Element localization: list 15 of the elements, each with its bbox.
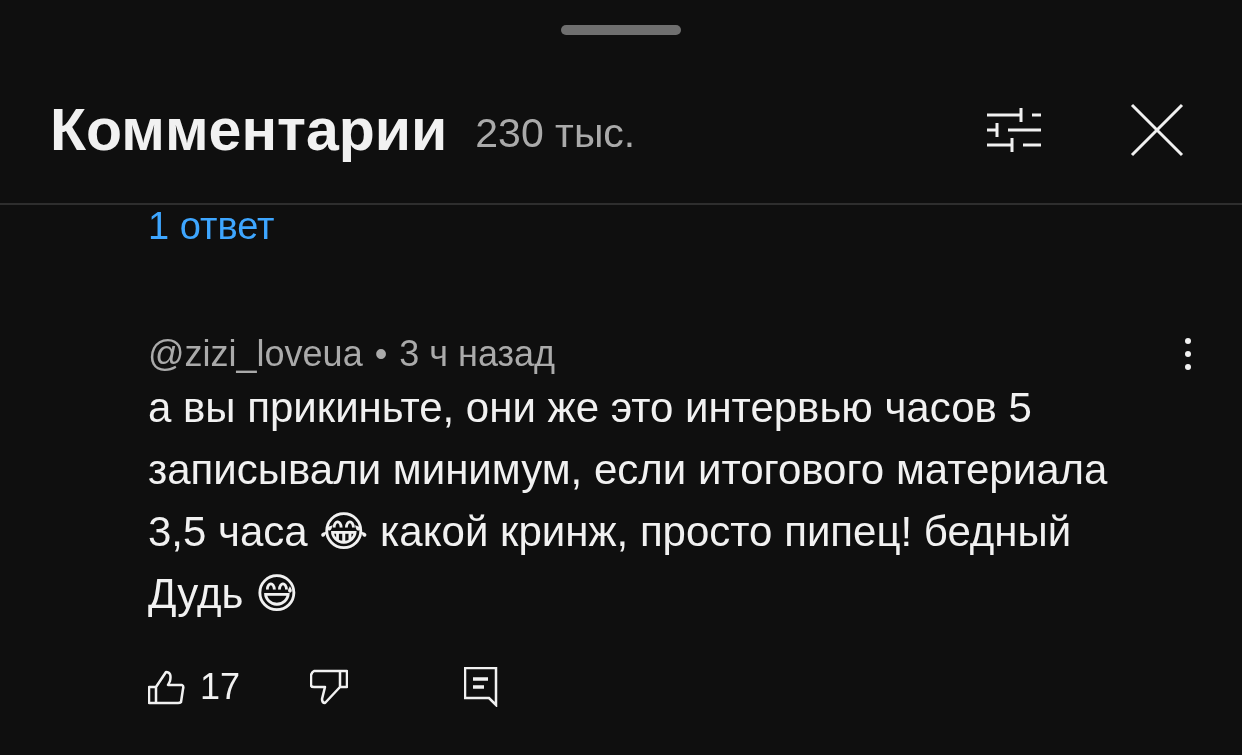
panel-title: Комментарии bbox=[50, 96, 448, 164]
comment-count: 230 тыс. bbox=[475, 109, 637, 157]
reply-icon[interactable] bbox=[464, 667, 499, 707]
comment-time: 3 ч назад bbox=[399, 333, 556, 375]
comment-text: а вы прикиньте, они же это интервью часов 5 записывали минимум, если итогового материала 3,5 часа 😂 какой кринж, просто пипец! бедный Дудь 😅 bbox=[148, 383, 1109, 619]
like-icon[interactable] bbox=[148, 669, 186, 705]
replies-link[interactable]: 1 ответ bbox=[148, 205, 275, 247]
dislike-icon[interactable] bbox=[310, 669, 349, 705]
filter-sliders-icon[interactable] bbox=[986, 107, 1042, 153]
more-icon[interactable] bbox=[1184, 337, 1192, 371]
meta-separator: • bbox=[374, 333, 388, 375]
close-icon[interactable] bbox=[1130, 103, 1184, 157]
comment-author[interactable]: @zizi_loveua bbox=[148, 333, 363, 375]
drag-handle[interactable] bbox=[561, 25, 681, 35]
like-count: 17 bbox=[200, 666, 241, 708]
